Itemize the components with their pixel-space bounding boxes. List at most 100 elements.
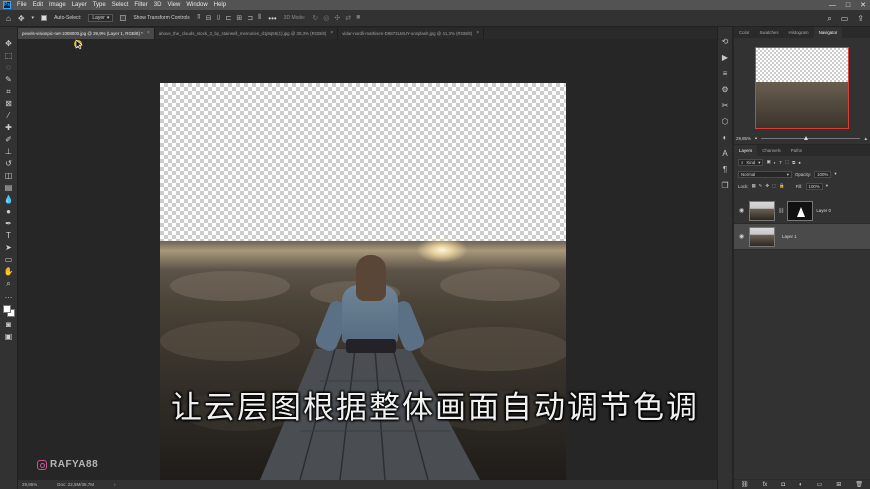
3d-scale-icon[interactable]: ■ <box>356 14 360 22</box>
chevron-right-icon[interactable]: › <box>114 482 116 487</box>
tab-paths[interactable]: Paths <box>786 145 807 156</box>
filter-toggle-icon[interactable]: ● <box>798 160 801 165</box>
crop-tool-icon[interactable]: ⌗ <box>4 87 14 96</box>
link-layers-icon[interactable]: ⛓ <box>741 481 749 488</box>
navigator-zoom-value[interactable]: 29,85% <box>736 136 751 141</box>
blur-tool-icon[interactable]: 💧 <box>4 195 14 204</box>
more-options-button[interactable]: ••• <box>268 14 276 23</box>
3d-slide-icon[interactable]: ⇄ <box>345 14 351 22</box>
dodge-tool-icon[interactable]: ● <box>4 207 14 216</box>
hand-tool-icon[interactable]: ✋ <box>4 267 14 276</box>
3d-roll-icon[interactable]: ◎ <box>323 14 329 22</box>
tab-document-3[interactable]: vidar-nordli-mathisen-D9873LMUY-unsplash… <box>338 28 485 39</box>
zoom-slider[interactable] <box>761 135 860 140</box>
zoom-level[interactable]: 29,85% <box>22 482 37 487</box>
brush-tool-icon[interactable]: ✐ <box>4 135 14 144</box>
lock-artboard-icon[interactable]: ⬚ <box>772 183 776 189</box>
layer-thumbnail[interactable] <box>749 226 775 247</box>
marquee-tool-icon[interactable]: ⬚ <box>4 51 14 60</box>
tab-channels[interactable]: Channels <box>757 145 786 156</box>
group-icon[interactable]: ▭ <box>817 481 823 488</box>
menu-window[interactable]: Window <box>186 0 207 10</box>
paragraph-icon[interactable]: ¶ <box>723 165 727 175</box>
menu-layer[interactable]: Layer <box>72 0 87 10</box>
filter-pixel-icon[interactable]: ▣ <box>766 159 770 165</box>
history-icon[interactable]: ⟲ <box>722 37 729 47</box>
eyedropper-tool-icon[interactable]: ⁄ <box>4 111 14 120</box>
path-select-tool-icon[interactable]: ➤ <box>4 243 14 252</box>
layer-name[interactable]: Layer 0 <box>816 208 831 213</box>
properties-icon[interactable]: ⚙ <box>721 85 728 95</box>
character-icon[interactable]: A <box>722 149 727 159</box>
foreground-color-swatch[interactable] <box>2 305 11 313</box>
align-left-icon[interactable]: ⊏ <box>226 14 232 22</box>
layer-style-icon[interactable]: fx <box>763 482 768 488</box>
frame-tool-icon[interactable]: ⊠ <box>4 99 14 108</box>
eraser-tool-icon[interactable]: ◫ <box>4 171 14 180</box>
chevron-down-icon[interactable]: ▾ <box>32 15 35 21</box>
search-icon[interactable]: ⌕ <box>827 14 831 24</box>
blend-mode-dropdown[interactable]: Normal ▾ <box>738 170 792 178</box>
eye-icon[interactable]: ◉ <box>737 233 746 240</box>
filter-smart-icon[interactable]: ⧉ <box>792 160 795 165</box>
actions-icon[interactable]: ▶ <box>722 53 728 63</box>
menu-filter[interactable]: Filter <box>134 0 147 10</box>
filter-type-icon[interactable]: T <box>779 160 782 165</box>
photoshop-logo[interactable]: Ps <box>3 1 11 9</box>
doc-info[interactable]: Doc: 22,5M/36,7M <box>57 482 94 487</box>
share-icon[interactable]: ⇪ <box>857 14 864 23</box>
3d-pan-icon[interactable]: ✣ <box>334 14 340 22</box>
history-brush-tool-icon[interactable]: ↺ <box>4 159 14 168</box>
auto-select-checkbox[interactable] <box>41 14 48 22</box>
move-tool-icon[interactable]: ✥ <box>4 39 14 48</box>
home-icon[interactable]: ⌂ <box>6 14 11 23</box>
maximize-button[interactable]: □ <box>846 2 850 9</box>
menu-view[interactable]: View <box>167 0 180 10</box>
tab-swatches[interactable]: Swatches <box>755 27 784 38</box>
new-layer-icon[interactable]: ⊞ <box>836 481 841 488</box>
chevron-down-icon[interactable]: ▾ <box>834 171 836 177</box>
clone-stamp-tool-icon[interactable]: ⊥ <box>4 147 14 156</box>
menu-help[interactable]: Help <box>214 0 226 10</box>
adjustments-icon[interactable]: ≡ <box>723 69 728 79</box>
tools-presets-icon[interactable]: ✂ <box>722 101 729 111</box>
close-button[interactable]: ✕ <box>860 1 866 9</box>
close-icon[interactable]: × <box>476 28 479 39</box>
navigator-preview[interactable] <box>755 47 849 129</box>
zoom-out-icon[interactable]: ▴ <box>755 135 757 141</box>
3d-orbit-icon[interactable]: ↻ <box>312 14 318 22</box>
menu-edit[interactable]: Edit <box>33 0 43 10</box>
filter-kind-dropdown[interactable]: ⌕ Kind ▾ <box>738 158 764 166</box>
zoom-tool-icon[interactable]: ⌕ <box>4 279 14 288</box>
align-vcenter-icon[interactable]: ⊟ <box>206 14 212 22</box>
lasso-tool-icon[interactable]: ◌ <box>4 63 14 72</box>
lock-all-icon[interactable]: 🔒 <box>779 183 784 189</box>
filter-adjust-icon[interactable]: ◐ <box>774 160 777 165</box>
zoom-slider-handle[interactable] <box>804 135 809 140</box>
layer-mask-thumbnail[interactable] <box>787 200 814 221</box>
gradient-tool-icon[interactable]: ▤ <box>4 183 14 192</box>
menu-3d[interactable]: 3D <box>154 0 162 10</box>
layer-row-layer-0[interactable]: ◉ ⛓ Layer 0 <box>734 198 870 224</box>
3d-icon[interactable]: ⬡ <box>722 117 729 127</box>
tab-document-1[interactable]: pexels-visionpic-net-1008000.jpg @ 29,9%… <box>18 28 155 39</box>
libraries-icon[interactable]: ❐ <box>721 181 728 191</box>
quick-select-tool-icon[interactable]: ✎ <box>4 75 14 84</box>
zoom-in-icon[interactable]: ▲ <box>864 136 868 141</box>
align-hcenter-icon[interactable]: ⊞ <box>236 14 242 22</box>
lock-image-icon[interactable]: ✎ <box>759 183 763 189</box>
opacity-input[interactable]: 100% <box>814 170 832 178</box>
shape-tool-icon[interactable]: ▭ <box>4 255 14 264</box>
tab-navigator[interactable]: Navigator <box>813 27 843 38</box>
menu-image[interactable]: Image <box>49 0 66 10</box>
align-right-icon[interactable]: ⊐ <box>247 14 253 22</box>
lock-transparent-icon[interactable]: ▦ <box>752 183 756 189</box>
tab-document-2[interactable]: above_the_clouds_stock_2_by_stairwell_me… <box>155 28 339 39</box>
minimize-button[interactable]: — <box>829 2 836 9</box>
layer-thumbnail[interactable] <box>749 200 775 221</box>
eye-icon[interactable]: ◉ <box>737 207 746 214</box>
chevron-down-icon[interactable]: ▾ <box>826 183 828 189</box>
color-swatches[interactable] <box>2 305 15 317</box>
screen-mode-icon[interactable]: ▣ <box>4 332 14 341</box>
add-mask-icon[interactable]: ◘ <box>781 482 785 488</box>
